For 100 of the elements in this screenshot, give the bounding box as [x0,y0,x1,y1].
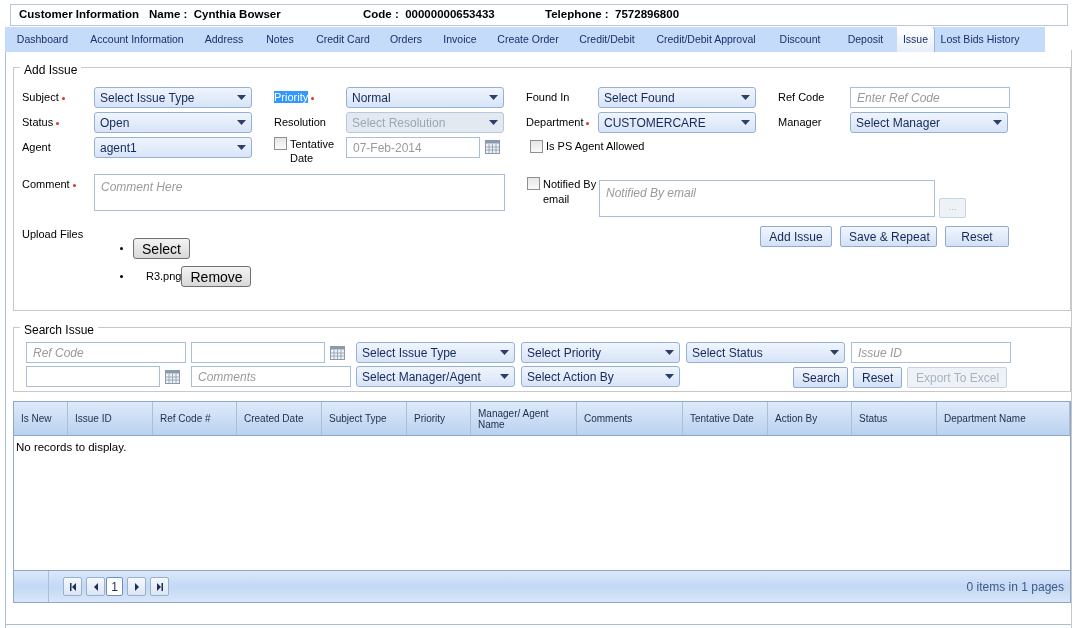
field-label: Found In [526,91,570,103]
button[interactable]: Save & Repeat [840,226,937,247]
column-header[interactable]: Is New [14,402,68,435]
dropdown[interactable]: Select Found [598,87,756,108]
button[interactable]: Add Issue [760,226,832,247]
dropdown[interactable]: Select Status [686,342,845,363]
checkbox-label: Is PS Agent Allowed [546,139,645,154]
tab[interactable]: Orders [380,27,432,52]
bullet-icon [120,274,123,278]
column-header[interactable]: Issue ID [68,402,153,435]
calendar-icon[interactable] [485,140,500,154]
checkbox[interactable] [527,177,540,190]
tab[interactable]: Credit Card [306,27,380,52]
column-header[interactable]: Action By [768,402,852,435]
field-label: Priority [274,91,309,103]
field-label: Comment [22,178,70,190]
field-label: Upload Files [22,227,85,242]
button[interactable]: Remove [181,265,252,287]
last-page-icon [155,582,164,591]
tab[interactable]: Invoice [432,27,488,52]
tab[interactable]: Deposit [834,27,897,52]
comment-field[interactable]: Comment Here [94,174,505,211]
tab[interactable]: Lost Bids History [935,27,1025,52]
tab[interactable]: Create Order [488,27,568,52]
tab[interactable]: Notes [254,27,306,52]
field-label: Resolution [274,116,326,128]
caret-icon [665,374,674,379]
checkbox[interactable] [530,139,543,153]
tab[interactable]: Dashboard [5,27,80,52]
previous-page-button[interactable] [86,577,105,596]
column-header[interactable]: Status [852,402,937,435]
column-header[interactable]: Ref Code # [153,402,237,435]
dropdown[interactable]: Select Manager/Agent [356,366,515,387]
column-header[interactable]: Subject Type [322,402,407,435]
column-header[interactable]: Created Date [237,402,322,435]
tab[interactable]: Issue [897,27,935,52]
caret-icon [500,374,509,379]
input-field[interactable] [26,366,160,387]
bullet-icon [120,246,123,250]
next-icon [132,582,141,591]
last-page-button[interactable] [150,577,169,596]
field-label: Department [526,116,584,128]
tab[interactable]: Credit/Debit [568,27,646,52]
empty-message: No records to display. [16,440,127,455]
caret-icon [237,95,246,100]
dropdown[interactable]: Select Action By [521,366,680,387]
dropdown[interactable]: agent1 [94,137,252,158]
field-label: Manager [778,116,822,128]
field-label: Ref Code [778,91,825,103]
checkbox-label: Notified By email [543,177,598,207]
caret-icon [500,350,509,355]
calendar-icon[interactable] [165,369,180,384]
input-field[interactable]: Ref Code [26,342,186,363]
tab[interactable]: Credit/Debit Approval [646,27,766,52]
input-field[interactable] [191,342,325,363]
column-header[interactable]: Comments [577,402,683,435]
caret-icon [665,350,674,355]
caret-icon [830,350,839,355]
calendar-icon[interactable] [330,345,345,360]
dropdown[interactable]: Select Issue Type [94,87,252,108]
caret-icon [237,145,246,150]
field-label: Subject [22,91,59,103]
dropdown[interactable]: Select Issue Type [356,342,515,363]
button[interactable]: Reset [853,367,902,388]
caret-icon [741,95,750,100]
input-field[interactable]: Comments [191,366,351,387]
caret-icon [741,120,750,125]
caret-icon [993,120,1002,125]
field-label: Status [22,116,54,128]
button: Export To Excel [907,367,1007,388]
dropdown[interactable]: Select Manager [850,112,1008,133]
button[interactable]: Select [133,237,190,259]
button[interactable]: Search [793,367,848,388]
column-header[interactable]: Manager/ Agent Name [471,402,577,435]
button[interactable]: Reset [945,226,1009,247]
column-header[interactable]: Tentative Date [683,402,768,435]
input-field[interactable]: Enter Ref Code [850,87,1010,108]
pager-summary: 0 items in 1 pages [966,578,1064,596]
page-number-button[interactable]: 1 [106,577,123,596]
header-field: Customer Information [19,6,140,24]
caret-icon [489,120,498,125]
email-field[interactable]: Notified By email [599,180,935,217]
header-field: Code : 00000000653433 [363,6,495,24]
next-page-button[interactable] [127,577,146,596]
column-header[interactable]: Department Name [937,402,1070,435]
input-field[interactable]: Issue ID [851,342,1011,363]
tab[interactable]: Address [194,27,254,52]
first-page-icon [68,582,77,591]
caret-icon [489,95,498,100]
caret-icon [237,120,246,125]
header-field: Telephone : 7572896800 [545,6,680,24]
tab[interactable]: Discount [766,27,834,52]
field-label: Tentative Date [290,137,336,165]
dropdown[interactable]: Normal [346,87,504,108]
column-header[interactable]: Priority [407,402,471,435]
dropdown[interactable]: Select Priority [521,342,680,363]
tab[interactable]: Account Information [80,27,194,52]
dropdown[interactable]: Open [94,112,252,133]
first-page-button[interactable] [63,577,82,596]
dropdown[interactable]: CUSTOMERCARE [598,112,756,133]
